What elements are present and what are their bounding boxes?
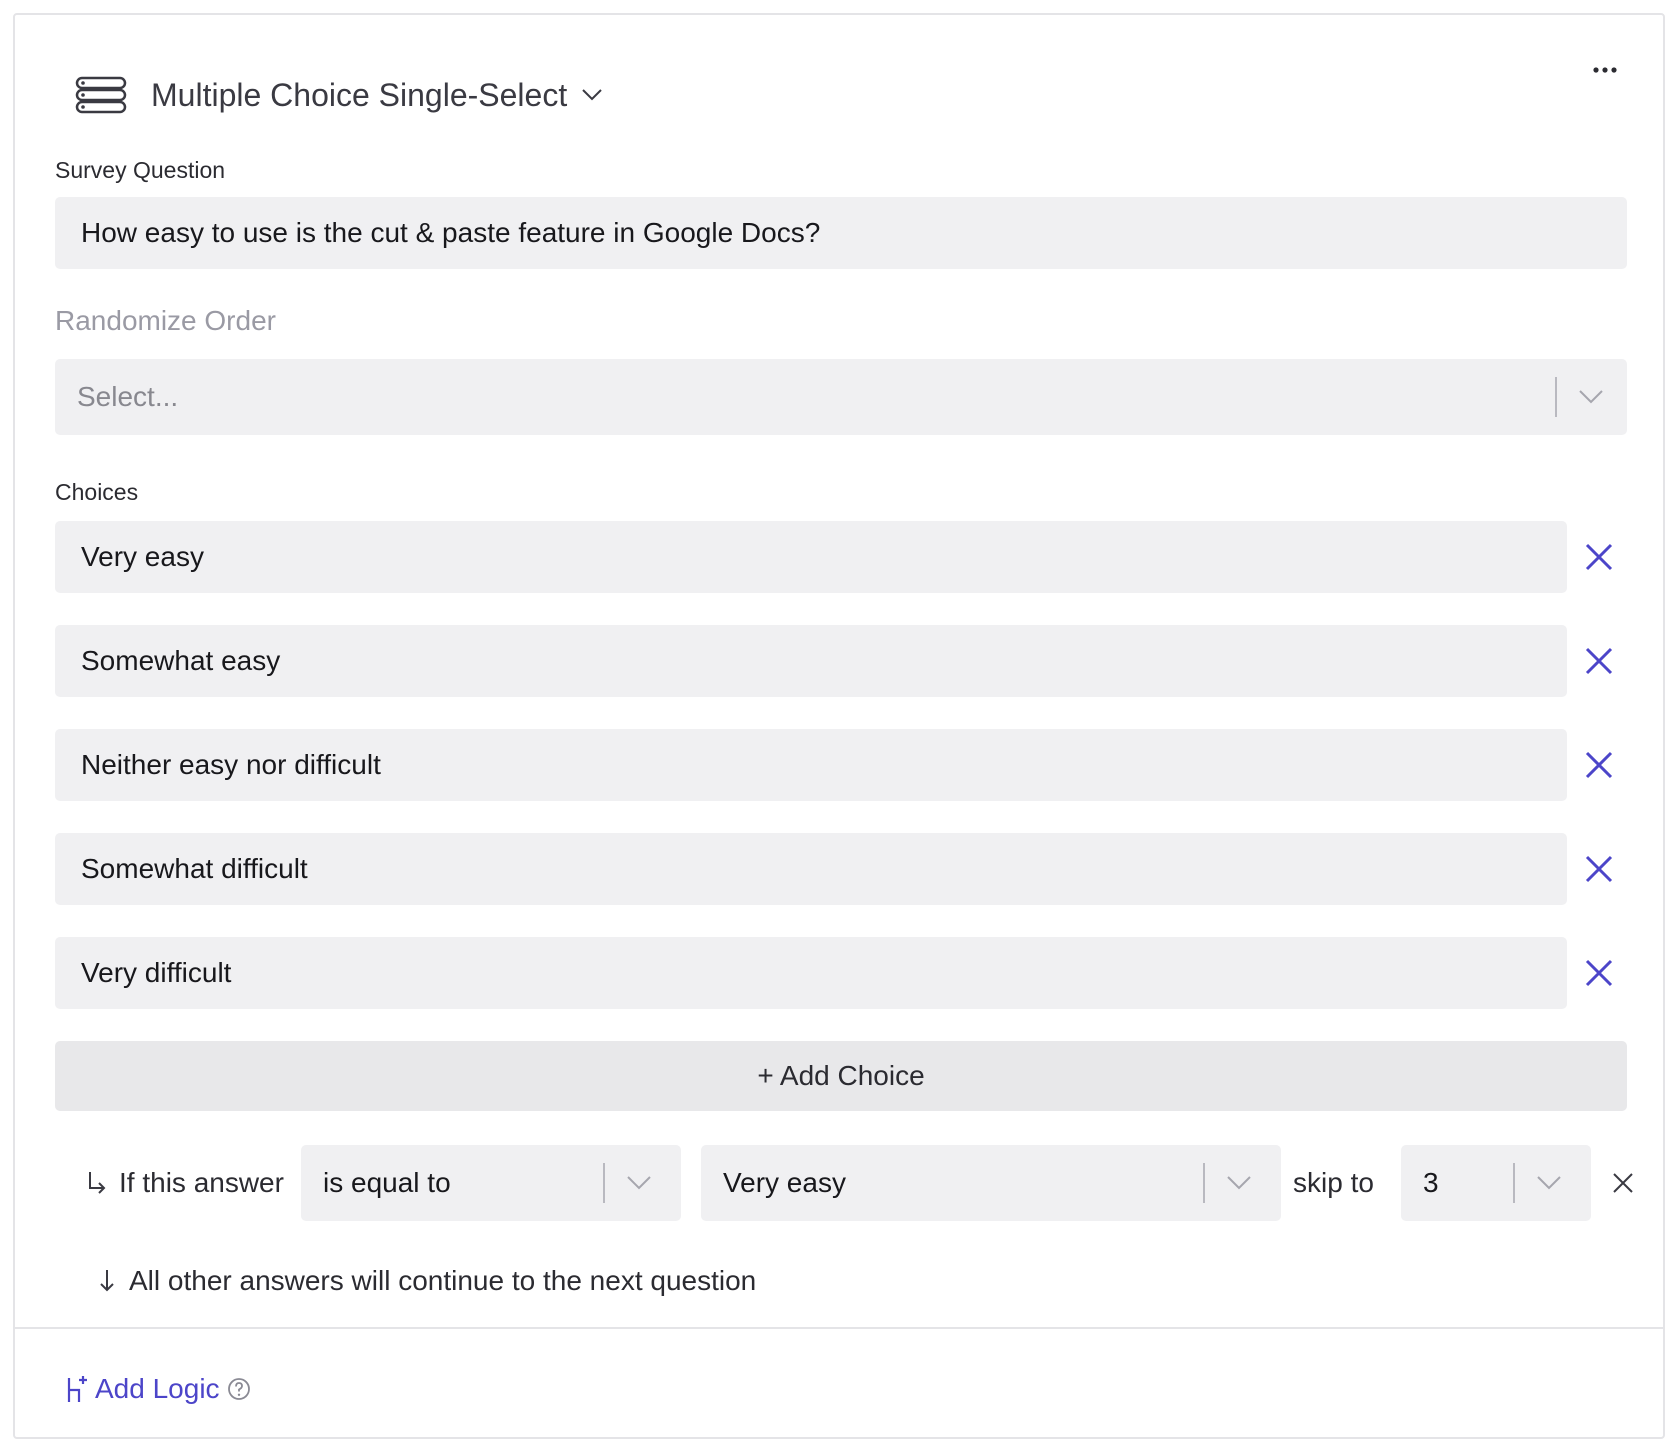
- close-icon: [1585, 751, 1613, 779]
- choice-input[interactable]: Somewhat easy: [55, 625, 1567, 697]
- randomize-placeholder: Select...: [77, 381, 179, 412]
- select-separator: [1513, 1163, 1515, 1203]
- choice-input[interactable]: Very easy: [55, 521, 1567, 593]
- choice-text: Somewhat easy: [81, 645, 281, 676]
- choice-text: Neither easy nor difficult: [81, 749, 381, 780]
- close-icon: [1613, 1173, 1633, 1193]
- question-type-label: Multiple Choice Single-Select: [151, 76, 568, 113]
- survey-question-text: How easy to use is the cut & paste featu…: [81, 217, 821, 248]
- close-icon: [1585, 647, 1613, 675]
- randomize-order-select[interactable]: Select...: [55, 359, 1627, 435]
- add-choice-button[interactable]: + Add Choice: [55, 1041, 1627, 1111]
- skip-to-label: skip to: [1293, 1167, 1374, 1198]
- operator-value: is equal to: [323, 1167, 451, 1198]
- choice-text: Somewhat difficult: [81, 853, 308, 884]
- close-icon: [1585, 959, 1613, 987]
- remove-choice-button[interactable]: [1579, 537, 1619, 577]
- multiple-choice-icon: [73, 73, 129, 117]
- choice-text: Very easy: [81, 541, 204, 572]
- chevron-down-icon: [581, 88, 603, 102]
- close-icon: [1585, 855, 1613, 883]
- choice-input[interactable]: Very difficult: [55, 937, 1567, 1009]
- return-arrow-icon: [89, 1172, 106, 1194]
- help-icon[interactable]: [226, 1376, 252, 1402]
- randomize-order-label: Randomize Order: [55, 305, 276, 336]
- question-card: Multiple Choice Single-Select Survey Que…: [13, 13, 1665, 1439]
- chevron-down-icon: [1529, 1169, 1569, 1197]
- add-logic-label: Add Logic: [95, 1373, 220, 1404]
- fallback-text: All other answers will continue to the n…: [129, 1265, 757, 1296]
- add-logic-button[interactable]: Add Logic: [65, 1373, 252, 1405]
- select-separator: [603, 1163, 605, 1203]
- choice-input[interactable]: Somewhat difficult: [55, 833, 1567, 905]
- remove-choice-button[interactable]: [1579, 849, 1619, 889]
- choice-input[interactable]: Neither easy nor difficult: [55, 729, 1567, 801]
- operator-select[interactable]: is equal to: [301, 1145, 681, 1221]
- choices-label: Choices: [55, 479, 139, 505]
- remove-logic-button[interactable]: [1603, 1163, 1643, 1203]
- remove-choice-button[interactable]: [1579, 953, 1619, 993]
- select-separator: [1555, 377, 1557, 417]
- footer-divider: [15, 1327, 1663, 1329]
- fallback-note: All other answers will continue to the n…: [97, 1265, 756, 1297]
- arrow-down-icon: [100, 1270, 114, 1292]
- ellipsis-icon: [1593, 67, 1617, 73]
- remove-choice-button[interactable]: [1579, 641, 1619, 681]
- close-icon: [1585, 543, 1613, 571]
- logic-prefix: If this answer: [85, 1145, 284, 1221]
- choice-text: Very difficult: [81, 957, 232, 988]
- survey-question-label: Survey Question: [55, 157, 226, 183]
- logic-prefix-text: If this answer: [119, 1167, 284, 1198]
- answer-value: Very easy: [723, 1167, 846, 1198]
- select-separator: [1203, 1163, 1205, 1203]
- question-type-selector[interactable]: Multiple Choice Single-Select: [73, 65, 603, 125]
- skip-target-select[interactable]: 3: [1401, 1145, 1591, 1221]
- remove-choice-button[interactable]: [1579, 745, 1619, 785]
- more-options-button[interactable]: [1585, 55, 1625, 85]
- chevron-down-icon: [619, 1169, 659, 1197]
- chevron-down-icon: [1571, 383, 1611, 411]
- chevron-down-icon: [1219, 1169, 1259, 1197]
- skip-logic-row: If this answer is equal to Very easy ski…: [85, 1145, 1645, 1225]
- branch-icon: [67, 1376, 87, 1402]
- skip-target-value: 3: [1423, 1167, 1439, 1198]
- survey-question-input[interactable]: How easy to use is the cut & paste featu…: [55, 197, 1627, 269]
- answer-select[interactable]: Very easy: [701, 1145, 1281, 1221]
